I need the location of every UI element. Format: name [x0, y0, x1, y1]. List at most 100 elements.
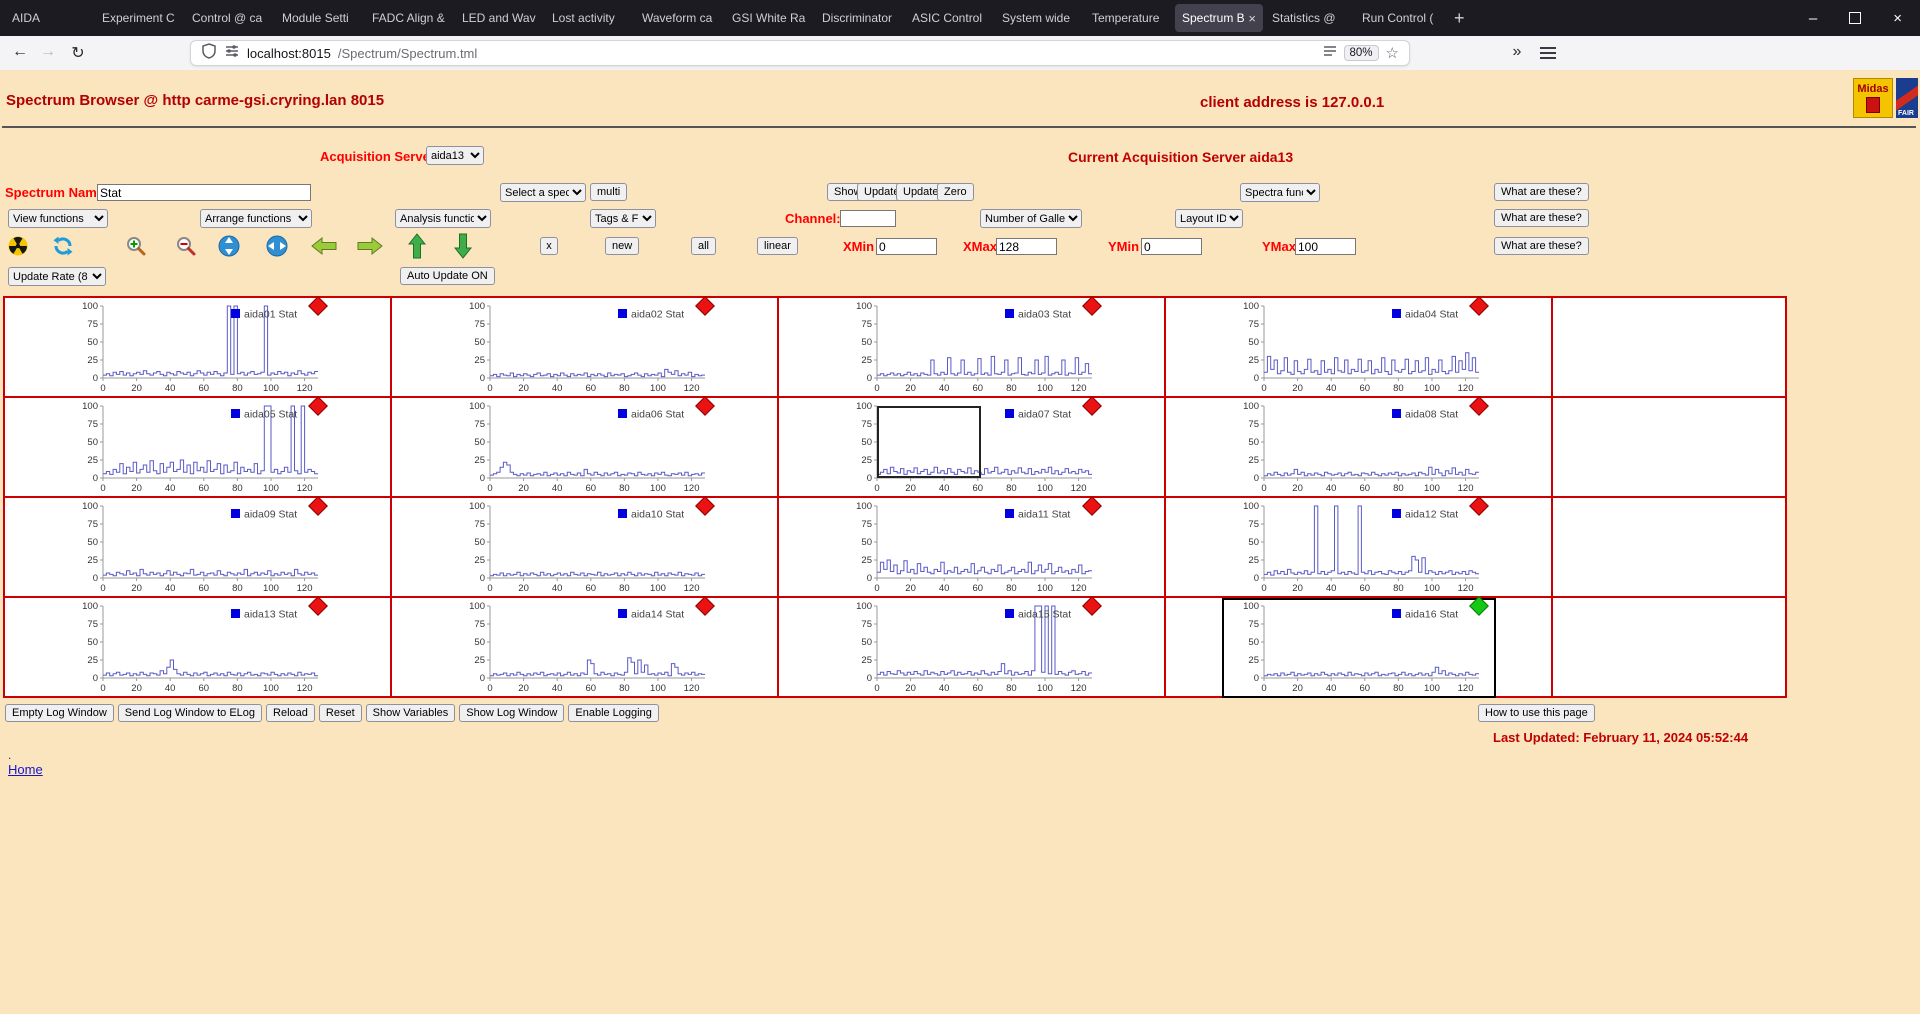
pan-right-icon[interactable]	[357, 236, 383, 260]
tab[interactable]: Control @ ca	[185, 4, 273, 32]
channel-input[interactable]	[840, 210, 896, 227]
tab-active[interactable]: Spectrum B ×	[1175, 4, 1263, 32]
overflow-menu-icon[interactable]: »	[1505, 43, 1529, 61]
what-are-these-button-3[interactable]: What are these?	[1494, 237, 1589, 255]
permissions-icon[interactable]	[224, 43, 240, 64]
log-button[interactable]: Send Log Window to ELog	[117, 704, 263, 722]
tab[interactable]: ASIC Control	[905, 4, 993, 32]
spectrum-chart[interactable]: 100 75 50 25 0 0 20 40 60 80 100 120 aida12 Stat	[1224, 496, 1494, 596]
select-spectrum-dropdown[interactable]: Select a spectrum	[500, 183, 586, 202]
what-are-these-button-1[interactable]: What are these?	[1494, 183, 1589, 201]
spectrum-chart[interactable]: 100 75 50 25 0 0 20 40 60 80 100 120 aida01 Stat	[63, 296, 333, 396]
spectrum-cell[interactable]: 100 75 50 25 0 0 20 40 60 80 100 120 aida06 Stat	[392, 396, 779, 496]
spectrum-cell[interactable]: 100 75 50 25 0 0 20 40 60 80 100 120 aida04 Stat	[1166, 296, 1553, 396]
what-are-these-button-2[interactable]: What are these?	[1494, 209, 1589, 227]
number-of-galleries-dropdown[interactable]: Number of Galleries	[980, 209, 1082, 228]
tab[interactable]: Run Control (	[1355, 4, 1443, 32]
spectra-functions-dropdown[interactable]: Spectra functions	[1240, 183, 1320, 202]
menu-button[interactable]	[1540, 47, 1556, 62]
tab[interactable]: Lost activity	[545, 4, 633, 32]
forward-button[interactable]: →	[36, 43, 60, 61]
midas-logo[interactable]: Midas	[1853, 78, 1893, 118]
all-button[interactable]: all	[691, 237, 717, 255]
tags-fits-dropdown[interactable]: Tags & Fits	[590, 209, 656, 228]
spectrum-cell[interactable]: 100 75 50 25 0 0 20 40 60 80 100 120 aida03 Stat	[779, 296, 1166, 396]
unzoom-x-icon[interactable]	[266, 235, 288, 262]
reader-mode-icon[interactable]	[1323, 44, 1337, 63]
x-button[interactable]: x	[540, 237, 558, 255]
home-link[interactable]: Home	[8, 762, 43, 777]
spectrum-chart[interactable]: 100 75 50 25 0 0 20 40 60 80 100 120 aida03 Stat	[837, 296, 1107, 396]
spectrum-chart[interactable]: 100 75 50 25 0 0 20 40 60 80 100 120 aida05 Stat	[63, 396, 333, 496]
spectrum-cell[interactable]: 100 75 50 25 0 0 20 40 60 80 100 120 aida02 Stat	[392, 296, 779, 396]
new-tab-button[interactable]: +	[1444, 0, 1475, 36]
tab[interactable]: Experiment C	[95, 4, 183, 32]
spectrum-chart[interactable]: 100 75 50 25 0 0 20 40 60 80 100 120 aida11 Stat	[837, 496, 1107, 596]
spectrum-chart[interactable]: 100 75 50 25 0 0 20 40 60 80 100 120 aida16 Stat	[1222, 596, 1496, 698]
spectrum-cell[interactable]: 100 75 50 25 0 0 20 40 60 80 100 120 aida08 Stat	[1166, 396, 1553, 496]
ymin-input[interactable]	[1141, 238, 1202, 255]
spectrum-chart[interactable]: 100 75 50 25 0 0 20 40 60 80 100 120 aida07 Stat	[837, 396, 1107, 496]
tab[interactable]: LED and Wav	[455, 4, 543, 32]
how-to-use-button[interactable]: How to use this page	[1478, 704, 1595, 722]
pan-down-icon[interactable]	[453, 233, 473, 264]
spectrum-chart[interactable]: 100 75 50 25 0 0 20 40 60 80 100 120 aida08 Stat	[1224, 396, 1494, 496]
arrange-functions-dropdown[interactable]: Arrange functions	[200, 209, 312, 228]
reload-button[interactable]: ↻	[66, 43, 90, 63]
spectrum-chart[interactable]: 100 75 50 25 0 0 20 40 60 80 100 120 aida04 Stat	[1224, 296, 1494, 396]
log-button[interactable]: Reload	[266, 704, 315, 722]
zoom-level-badge[interactable]: 80%	[1343, 45, 1379, 61]
unzoom-y-icon[interactable]	[218, 235, 240, 262]
spectrum-cell[interactable]: 100 75 50 25 0 0 20 40 60 80 100 120 aida12 Stat	[1166, 496, 1553, 596]
spectrum-chart[interactable]: 100 75 50 25 0 0 20 40 60 80 100 120 aida15 Stat	[837, 596, 1107, 696]
spectrum-cell[interactable]: 100 75 50 25 0 0 20 40 60 80 100 120 aida13 Stat	[5, 596, 392, 696]
analysis-functions-dropdown[interactable]: Analysis functions	[395, 209, 491, 228]
zoom-out-icon[interactable]	[175, 235, 197, 262]
xmax-input[interactable]	[996, 238, 1057, 255]
minimize-button[interactable]: –	[1809, 10, 1817, 27]
log-button[interactable]: Enable Logging	[568, 704, 659, 722]
spectrum-cell[interactable]: 100 75 50 25 0 0 20 40 60 80 100 120 aida11 Stat	[779, 496, 1166, 596]
spectrum-cell[interactable]: 100 75 50 25 0 0 20 40 60 80 100 120 aida16 Stat	[1166, 596, 1553, 698]
spectrum-cell[interactable]: 100 75 50 25 0 0 20 40 60 80 100 120 aida14 Stat	[392, 596, 779, 696]
log-button[interactable]: Show Variables	[365, 704, 456, 722]
tab[interactable]: Discriminator	[815, 4, 903, 32]
log-button[interactable]: Empty Log Window	[5, 704, 114, 722]
tab[interactable]: System wide	[995, 4, 1083, 32]
tab[interactable]: Temperature	[1085, 4, 1173, 32]
log-button[interactable]: Show Log Window	[459, 704, 565, 722]
maximize-button[interactable]	[1849, 12, 1862, 24]
update-rate-dropdown[interactable]: Update Rate (8 secs)	[8, 267, 106, 286]
bookmark-star-icon[interactable]: ☆	[1386, 44, 1399, 62]
log-button[interactable]: Reset	[318, 704, 362, 722]
tab[interactable]: GSI White Ra	[725, 4, 813, 32]
multi-button[interactable]: multi	[590, 183, 628, 201]
spectrum-cell[interactable]: 100 75 50 25 0 0 20 40 60 80 100 120 aida09 Stat	[5, 496, 392, 596]
spectrum-chart[interactable]: 100 75 50 25 0 0 20 40 60 80 100 120 aida06 Stat	[450, 396, 720, 496]
layout-id-dropdown[interactable]: Layout ID=2	[1175, 209, 1243, 228]
auto-update-button[interactable]: Auto Update ON	[400, 267, 495, 285]
view-functions-dropdown[interactable]: View functions	[8, 209, 108, 228]
refresh-icon[interactable]	[52, 235, 74, 262]
acquisition-server-select[interactable]: aida13	[426, 146, 484, 165]
new-button[interactable]: new	[605, 237, 640, 255]
zero-button[interactable]: Zero	[937, 183, 974, 201]
tab-close-icon[interactable]: ×	[1248, 11, 1256, 26]
tab[interactable]: Module Setti	[275, 4, 363, 32]
spectrum-cell[interactable]: 100 75 50 25 0 0 20 40 60 80 100 120 aida10 Stat	[392, 496, 779, 596]
ymax-input[interactable]	[1295, 238, 1356, 255]
spectrum-chart[interactable]: 100 75 50 25 0 0 20 40 60 80 100 120 aida02 Stat	[450, 296, 720, 396]
pan-left-icon[interactable]	[311, 236, 337, 260]
spectrum-chart[interactable]: 100 75 50 25 0 0 20 40 60 80 100 120 aida09 Stat	[63, 496, 333, 596]
spectrum-chart[interactable]: 100 75 50 25 0 0 20 40 60 80 100 120 aida14 Stat	[450, 596, 720, 696]
linear-button[interactable]: linear	[757, 237, 798, 255]
close-button[interactable]: ×	[1893, 10, 1902, 27]
spectrum-name-input[interactable]	[97, 184, 311, 201]
radiation-icon[interactable]	[8, 236, 28, 261]
spectrum-cell[interactable]: 100 75 50 25 0 0 20 40 60 80 100 120 aida07 Stat	[779, 396, 1166, 496]
tab[interactable]: AIDA	[5, 4, 93, 32]
shield-icon[interactable]	[201, 42, 217, 64]
tab[interactable]: Waveform ca	[635, 4, 723, 32]
spectrum-cell[interactable]: 100 75 50 25 0 0 20 40 60 80 100 120 aida01 Stat	[5, 296, 392, 396]
zoom-in-icon[interactable]	[125, 235, 147, 262]
